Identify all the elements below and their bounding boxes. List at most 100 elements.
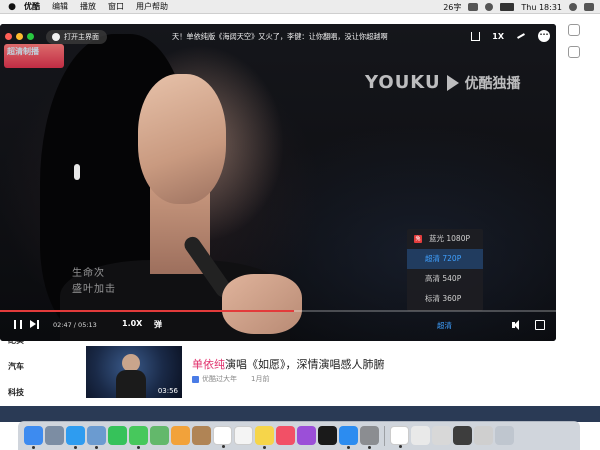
desktop-wallpaper bbox=[0, 406, 600, 422]
volume-icon[interactable] bbox=[512, 320, 523, 330]
uploader[interactable]: 优酷过大年 bbox=[192, 374, 237, 384]
running-indicator bbox=[137, 446, 140, 449]
window2-icon[interactable] bbox=[474, 426, 493, 445]
appstore-icon[interactable] bbox=[339, 426, 358, 449]
menu-play[interactable]: 播放 bbox=[80, 1, 96, 12]
watermark-arrow-icon bbox=[446, 74, 459, 91]
window-icon[interactable] bbox=[453, 426, 472, 445]
file-icon[interactable] bbox=[411, 426, 430, 445]
control-center-icon[interactable] bbox=[584, 3, 594, 11]
upload-icon[interactable] bbox=[568, 24, 580, 36]
pin-icon[interactable] bbox=[516, 31, 526, 41]
running-indicator bbox=[263, 446, 266, 449]
video-thumbnail[interactable]: 03:56 bbox=[86, 346, 182, 398]
danmaku-toggle[interactable]: 弹 bbox=[154, 319, 162, 330]
running-indicator bbox=[32, 446, 35, 449]
speed-button[interactable]: 1.0X bbox=[122, 319, 142, 328]
notes-icon[interactable] bbox=[255, 426, 274, 449]
close-window-button[interactable] bbox=[5, 33, 12, 40]
progress-bar[interactable] bbox=[0, 310, 556, 312]
running-indicator bbox=[222, 445, 225, 448]
uploader-icon bbox=[192, 375, 199, 383]
quality-option-label: 蓝光 1080P bbox=[429, 234, 470, 243]
player-control-bar: 02:47 / 05:13 1.0X 弹 超清 bbox=[0, 316, 556, 338]
player-top-controls: 1X ··· bbox=[471, 30, 550, 42]
open-main-icon bbox=[52, 33, 60, 41]
player-top-bar: 打开主界面 天！单依纯版《海阔天空》又火了，李健：让你翻唱，没让你超越啊 1X … bbox=[0, 24, 556, 50]
preview-icon[interactable] bbox=[87, 426, 106, 449]
running-indicator bbox=[347, 446, 350, 449]
category-auto[interactable]: 汽车 bbox=[8, 361, 68, 387]
podcasts-icon[interactable] bbox=[297, 426, 316, 445]
video-scene-face bbox=[138, 74, 226, 204]
recommended-video-item[interactable]: 03:56 单依纯演唱《如愿》，深情演唱感人肺腑 优酷过大年 1月前 bbox=[86, 346, 546, 398]
reminders-icon[interactable] bbox=[234, 426, 253, 445]
macos-dock bbox=[18, 421, 580, 450]
pause-icon[interactable] bbox=[14, 320, 22, 329]
messages-icon[interactable] bbox=[129, 426, 148, 449]
video-title-link[interactable]: 单依纯演唱《如愿》，深情演唱感人肺腑 bbox=[192, 356, 385, 372]
clock[interactable]: Thu 18:31 bbox=[521, 3, 562, 12]
open-main-label: 打开主界面 bbox=[64, 33, 99, 41]
wifi-icon[interactable] bbox=[485, 3, 494, 11]
window-controls bbox=[5, 33, 34, 40]
zoom-window-button[interactable] bbox=[27, 33, 34, 40]
menu-app-name[interactable]: 优酷 bbox=[24, 1, 40, 12]
quality-option-label: 高清 540P bbox=[425, 274, 462, 283]
quality-option-540p[interactable]: 高清 540P bbox=[407, 269, 483, 289]
music-icon[interactable] bbox=[276, 426, 295, 445]
video-title: 天！单依纯版《海阔天空》又火了，李健：让你翻唱，没让你超越啊 bbox=[172, 32, 388, 41]
contacts-icon[interactable] bbox=[192, 426, 211, 445]
download-icon[interactable] bbox=[568, 46, 580, 58]
quality-option-360p[interactable]: 标清 360P bbox=[407, 289, 483, 309]
subtitle-line-2: 盛叶加击 bbox=[72, 284, 116, 295]
next-episode-icon[interactable] bbox=[30, 320, 39, 329]
page-right-toolbar bbox=[556, 14, 600, 344]
quality-option-label: 超清 720P bbox=[425, 254, 462, 263]
display-icon[interactable] bbox=[468, 3, 479, 11]
title-highlight: 单依纯 bbox=[192, 358, 225, 371]
minimize-window-button[interactable] bbox=[16, 33, 23, 40]
upload-time: 1月前 bbox=[251, 375, 270, 383]
time-display: 02:47 / 05:13 bbox=[53, 321, 97, 329]
title-rest: 演唱《如愿》，深情演唱感人肺腑 bbox=[225, 358, 385, 371]
finder-icon[interactable] bbox=[24, 426, 43, 449]
apple-menu-icon[interactable]: ● bbox=[6, 2, 18, 12]
playback-speed-button[interactable]: 1X bbox=[492, 32, 504, 41]
menu-help[interactable]: 用户帮助 bbox=[136, 1, 168, 12]
progress-fill bbox=[0, 310, 294, 312]
menu-window[interactable]: 窗口 bbox=[108, 1, 124, 12]
quality-option-label: 标清 360P bbox=[425, 294, 462, 303]
screenshot-icon[interactable] bbox=[432, 426, 451, 445]
calendar-icon[interactable] bbox=[213, 426, 232, 448]
video-duration: 03:56 bbox=[157, 387, 178, 395]
settings-icon[interactable] bbox=[360, 426, 379, 449]
photos-icon[interactable] bbox=[171, 426, 190, 445]
quality-menu: 兔蓝光 1080P 超清 720P 高清 540P 标清 360P bbox=[407, 229, 483, 311]
video-meta: 优酷过大年 1月前 bbox=[192, 374, 269, 384]
youku-icon[interactable] bbox=[390, 426, 409, 448]
premium-badge-icon: 兔 bbox=[414, 235, 422, 243]
open-main-window-button[interactable]: 打开主界面 bbox=[46, 30, 107, 44]
search-icon[interactable] bbox=[569, 3, 577, 11]
trash-icon[interactable] bbox=[495, 426, 514, 445]
quality-option-1080p[interactable]: 兔蓝光 1080P bbox=[407, 229, 483, 249]
uploader-name: 优酷过大年 bbox=[202, 375, 237, 383]
menu-tray: 26字 Thu 18:31 bbox=[443, 0, 594, 14]
safari-icon[interactable] bbox=[66, 426, 85, 449]
more-options-icon[interactable]: ··· bbox=[538, 30, 550, 42]
tv-icon[interactable] bbox=[318, 426, 337, 445]
quality-button[interactable]: 超清 bbox=[437, 320, 452, 331]
running-indicator bbox=[74, 446, 77, 449]
battery-icon[interactable] bbox=[500, 3, 515, 11]
fullscreen-icon[interactable] bbox=[535, 320, 545, 330]
maps-icon[interactable] bbox=[150, 426, 169, 445]
download-icon[interactable] bbox=[471, 31, 481, 41]
watermark-brand: YOUKU bbox=[365, 72, 441, 93]
menu-edit[interactable]: 编辑 bbox=[52, 1, 68, 12]
launchpad-icon[interactable] bbox=[45, 426, 64, 445]
quality-option-720p[interactable]: 超清 720P bbox=[407, 249, 483, 269]
facetime-icon[interactable] bbox=[108, 426, 127, 445]
video-player-window[interactable]: 生命次 盛叶加击 超清制播 YOUKU 优酷独播 打开主界面 天！单依纯版《海阔… bbox=[0, 24, 556, 341]
input-method-status[interactable]: 26字 bbox=[443, 2, 461, 13]
